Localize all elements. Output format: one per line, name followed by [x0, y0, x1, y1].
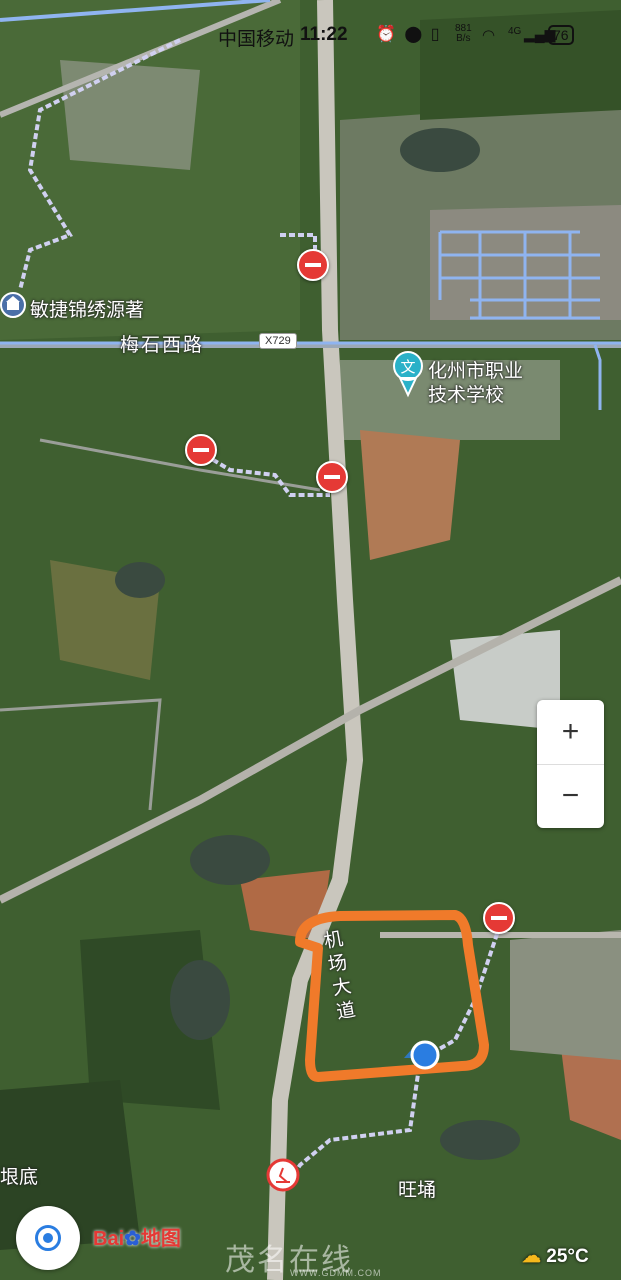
weather-widget[interactable]: ☁ 25°C	[522, 1245, 589, 1268]
signal-label: 4G	[508, 26, 522, 37]
no-entry-icon[interactable]	[185, 434, 217, 466]
residence-poi-label[interactable]: 敏捷锦绣源著	[30, 295, 144, 322]
status-icons: ⏰ ⬤ ▯	[376, 24, 442, 44]
no-entry-icon[interactable]	[483, 902, 515, 934]
baidu-map-logo: Bai✿地图	[93, 1228, 181, 1250]
road-name-label: 梅石西路	[120, 334, 205, 356]
battery-indicator: 76	[548, 25, 574, 45]
place-left-edge-label: 垠底	[0, 1166, 39, 1188]
no-entry-icon[interactable]	[297, 249, 329, 281]
vibrate-icon: ▯	[430, 26, 442, 43]
road-shield: X729	[259, 333, 297, 349]
construction-sign-icon[interactable]	[266, 1158, 300, 1192]
no-entry-icon[interactable]	[316, 461, 348, 493]
zoom-in-button[interactable]: +	[537, 700, 604, 765]
wifi-icon: ◠	[482, 27, 496, 44]
satellite-map[interactable]	[0, 0, 621, 1280]
watermark-url: WWW.GDMM.COM	[290, 1268, 382, 1278]
school-label-line1[interactable]: 化州市职业	[428, 356, 523, 383]
location-icon: ⬤	[404, 26, 425, 43]
paw-icon: ✿	[124, 1228, 141, 1250]
zoom-out-button[interactable]: −	[537, 764, 604, 828]
place-wangyong-label: 旺埇	[398, 1179, 437, 1201]
locate-me-button[interactable]	[16, 1206, 80, 1270]
net-speed: 881 B/s	[455, 24, 472, 44]
zoom-control: + −	[537, 700, 604, 828]
school-label-line2[interactable]: 技术学校	[428, 380, 504, 407]
alarm-icon: ⏰	[376, 26, 398, 43]
clock-time: 11:22	[300, 24, 348, 45]
residence-poi-icon[interactable]	[0, 292, 26, 318]
carrier-name: 中国移动	[218, 29, 295, 50]
temperature: 25°C	[546, 1246, 589, 1267]
status-bar: 中国移动 11:22 ⏰ ⬤ ▯ 881 B/s ◠ 4G ▂▄▆ 76	[0, 0, 621, 56]
sunny-cloud-icon: ☁	[522, 1246, 541, 1267]
school-icon-glyph: 文	[400, 358, 416, 376]
net-speed-unit: B/s	[456, 33, 471, 44]
